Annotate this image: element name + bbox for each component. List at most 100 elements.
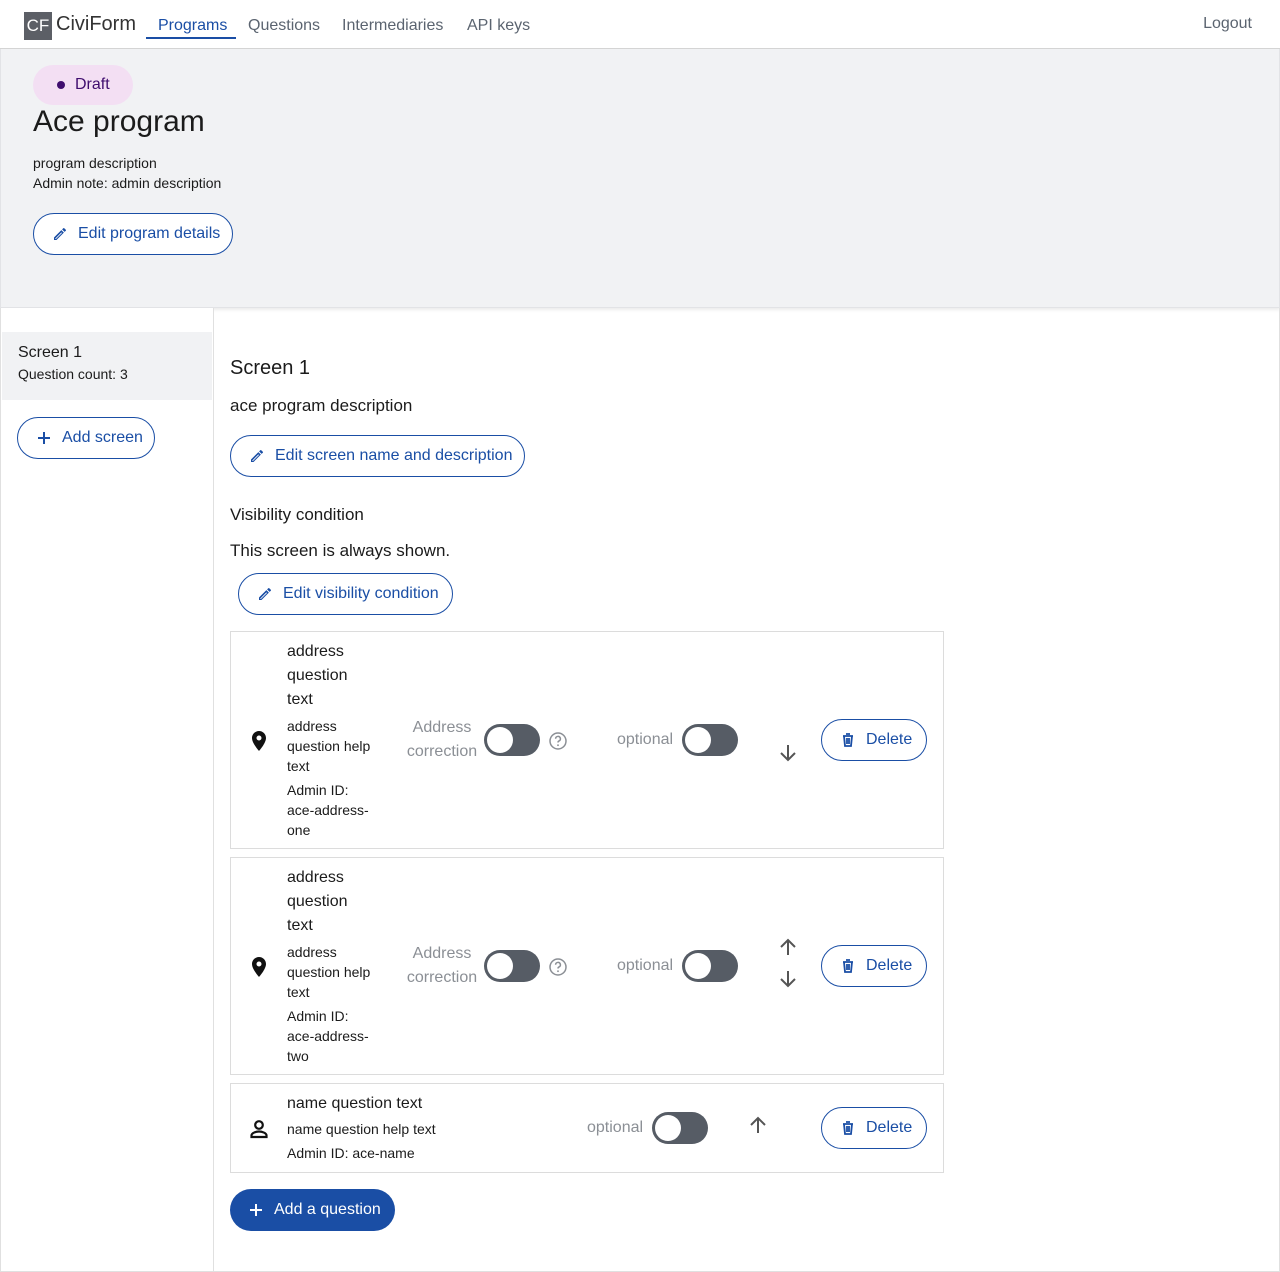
edit-screen-label: Edit screen name and description	[275, 447, 513, 464]
program-title: Ace program	[33, 105, 205, 138]
question-text-line: address	[287, 643, 344, 660]
pencil-icon	[257, 586, 273, 602]
trash-icon	[840, 1120, 856, 1136]
logout-link[interactable]: Logout	[1203, 15, 1252, 33]
delete-question-button[interactable]: Delete	[821, 719, 927, 761]
pencil-icon	[249, 448, 265, 464]
screen-title: Screen 1	[230, 357, 311, 379]
delete-label: Delete	[866, 731, 913, 748]
optional-label: optional	[617, 957, 674, 974]
admin-id-line: one	[287, 822, 311, 838]
location-pin-icon	[247, 955, 271, 979]
question-admin-id: Admin ID: ace-name	[287, 1145, 415, 1161]
address-correction-label: Address correction	[401, 716, 483, 764]
question-help-line: text	[287, 984, 310, 1000]
question-card: address question text address question h…	[230, 857, 944, 1075]
address-correction-label: Address correction	[401, 942, 483, 990]
add-question-button[interactable]: Add a question	[230, 1189, 395, 1231]
top-nav: CF CiviForm Programs Questions Intermedi…	[0, 0, 1280, 49]
sidebar-screen-question-count: Question count: 3	[18, 366, 128, 382]
help-circle-icon[interactable]	[548, 731, 568, 751]
program-admin-note: Admin note: admin description	[33, 175, 222, 191]
question-text-line: question	[287, 667, 348, 684]
address-correction-toggle[interactable]	[484, 724, 540, 756]
toggle-knob	[685, 953, 711, 979]
sidebar-screen-1[interactable]: Screen 1 Question count: 3	[2, 332, 212, 400]
admin-id-line: ace-address-	[287, 802, 369, 818]
optional-toggle[interactable]	[682, 724, 738, 756]
add-question-label: Add a question	[274, 1201, 381, 1218]
visibility-condition-title: Visibility condition	[230, 505, 364, 524]
address-correction-line: correction	[406, 969, 478, 986]
question-help-line: question help	[287, 964, 371, 980]
question-admin-id: Admin ID: ace-address- one	[287, 780, 369, 840]
edit-visibility-label: Edit visibility condition	[283, 585, 439, 602]
visibility-condition-text: This screen is always shown.	[230, 541, 451, 560]
question-help-line: question help	[287, 738, 371, 754]
delete-question-button[interactable]: Delete	[821, 1107, 927, 1149]
arrow-up-icon[interactable]	[746, 1113, 770, 1137]
toggle-knob	[655, 1115, 681, 1141]
delete-question-button[interactable]: Delete	[821, 945, 927, 987]
arrow-down-icon[interactable]	[776, 741, 800, 765]
question-text-line: question	[287, 893, 348, 910]
admin-id-line: Admin ID:	[287, 1008, 349, 1024]
plus-icon	[248, 1202, 264, 1218]
edit-visibility-button[interactable]: Edit visibility condition	[238, 573, 453, 615]
admin-id-line: two	[287, 1048, 309, 1064]
location-pin-icon	[247, 729, 271, 753]
question-text: address question text	[287, 640, 348, 712]
address-correction-line: Address	[412, 945, 472, 962]
arrow-up-icon[interactable]	[776, 935, 800, 959]
address-correction-toggle[interactable]	[484, 950, 540, 982]
optional-label: optional	[587, 1119, 644, 1136]
civiform-logo[interactable]: CF	[24, 12, 52, 40]
toggle-knob	[685, 727, 711, 753]
delete-label: Delete	[866, 957, 913, 974]
question-help-text: name question help text	[287, 1121, 436, 1137]
add-screen-label: Add screen	[62, 429, 143, 446]
optional-toggle[interactable]	[682, 950, 738, 982]
edit-program-details-button[interactable]: Edit program details	[33, 213, 233, 255]
nav-link-api-keys[interactable]: API keys	[467, 17, 530, 35]
question-text-line: text	[287, 691, 313, 708]
screen-description: ace program description	[230, 396, 413, 415]
question-help-text: address question help text	[287, 716, 370, 776]
nav-link-questions[interactable]: Questions	[248, 17, 320, 35]
edit-screen-button[interactable]: Edit screen name and description	[230, 435, 525, 477]
sidebar-screen-title: Screen 1	[18, 344, 83, 361]
question-text: name question text	[287, 1095, 423, 1112]
nav-link-intermediaries[interactable]: Intermediaries	[342, 17, 443, 35]
trash-icon	[840, 958, 856, 974]
question-text-line: text	[287, 917, 313, 934]
admin-id-line: ace-address-	[287, 1028, 369, 1044]
help-circle-icon[interactable]	[548, 957, 568, 977]
arrow-down-icon[interactable]	[776, 967, 800, 991]
nav-link-programs[interactable]: Programs	[158, 17, 227, 35]
optional-toggle[interactable]	[652, 1112, 708, 1144]
question-text: address question text	[287, 866, 348, 938]
question-card: address question text address question h…	[230, 631, 944, 849]
add-screen-button[interactable]: Add screen	[17, 417, 155, 459]
person-icon	[247, 1117, 271, 1141]
pencil-icon	[52, 226, 68, 242]
program-description: program description	[33, 155, 157, 171]
toggle-knob	[487, 727, 513, 753]
brand-name[interactable]: CiviForm	[56, 13, 136, 36]
optional-label: optional	[617, 731, 674, 748]
question-help-text: address question help text	[287, 942, 370, 1002]
question-card: name question text name question help te…	[230, 1083, 944, 1173]
trash-icon	[840, 732, 856, 748]
question-help-line: address	[287, 944, 337, 960]
plus-icon	[36, 430, 52, 446]
delete-label: Delete	[866, 1119, 913, 1136]
status-badge-label: Draft	[75, 76, 110, 93]
edit-program-details-label: Edit program details	[78, 225, 221, 242]
status-badge: Draft	[33, 65, 133, 105]
address-correction-line: correction	[406, 743, 478, 760]
question-admin-id: Admin ID: ace-address- two	[287, 1006, 369, 1066]
active-nav-underline	[146, 37, 236, 39]
admin-id-line: Admin ID:	[287, 782, 349, 798]
question-help-line: address	[287, 718, 337, 734]
toggle-knob	[487, 953, 513, 979]
